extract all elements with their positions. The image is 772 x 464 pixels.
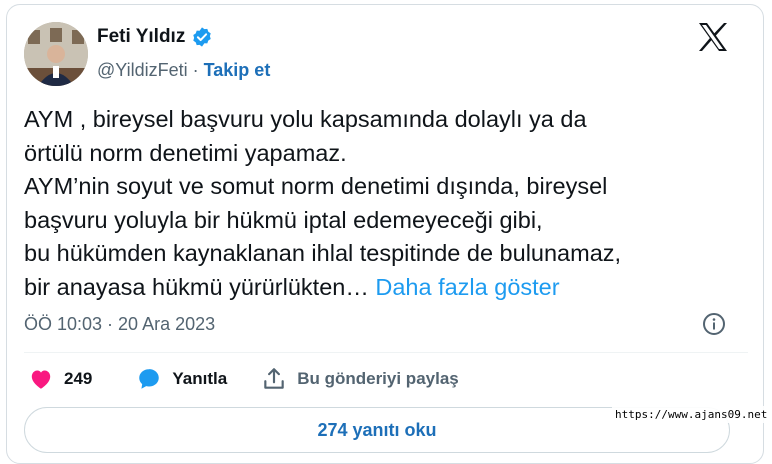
likes-count: 249	[64, 369, 93, 388]
heart-icon	[31, 370, 51, 389]
share-button[interactable]: Bu gönderiyi paylaş	[261, 366, 459, 392]
avatar-photo	[24, 22, 88, 86]
share-icon	[264, 368, 284, 389]
follow-button[interactable]: Takip et	[204, 60, 271, 81]
share-label: Bu gönderiyi paylaş	[297, 369, 459, 388]
reply-bubble-icon	[139, 369, 160, 389]
avatar[interactable]	[24, 22, 88, 86]
handle-row: @YildizFeti · Takip et	[97, 60, 270, 81]
tweet-body: AYM , bireysel başvuru yolu kapsamında d…	[24, 106, 622, 300]
tweet-timestamp[interactable]: ÖÖ 10:03 · 20 Ara 2023	[24, 314, 215, 335]
site-watermark: https://www.ajans09.net	[612, 406, 771, 423]
author-handle[interactable]: @YildizFeti	[97, 60, 188, 81]
x-logo-icon[interactable]	[697, 22, 729, 52]
divider	[24, 352, 748, 353]
verified-badge-icon	[193, 27, 212, 47]
like-button[interactable]: 249	[28, 366, 92, 392]
action-bar: 249 Yanıtla Bu gönderiyi paylaş	[28, 366, 459, 392]
reply-label: Yanıtla	[172, 369, 228, 388]
tweet-text: AYM , bireysel başvuru yolu kapsamında d…	[24, 103, 744, 304]
author-name-row: Feti Yıldız	[97, 26, 213, 48]
show-more-link[interactable]: Daha fazla göster	[375, 274, 559, 300]
info-icon[interactable]	[702, 312, 726, 336]
separator-dot: ·	[192, 60, 199, 80]
read-replies-label: 274 yanıtı oku	[317, 419, 437, 440]
author-name[interactable]: Feti Yıldız	[97, 26, 185, 48]
reply-button[interactable]: Yanıtla	[136, 366, 227, 392]
